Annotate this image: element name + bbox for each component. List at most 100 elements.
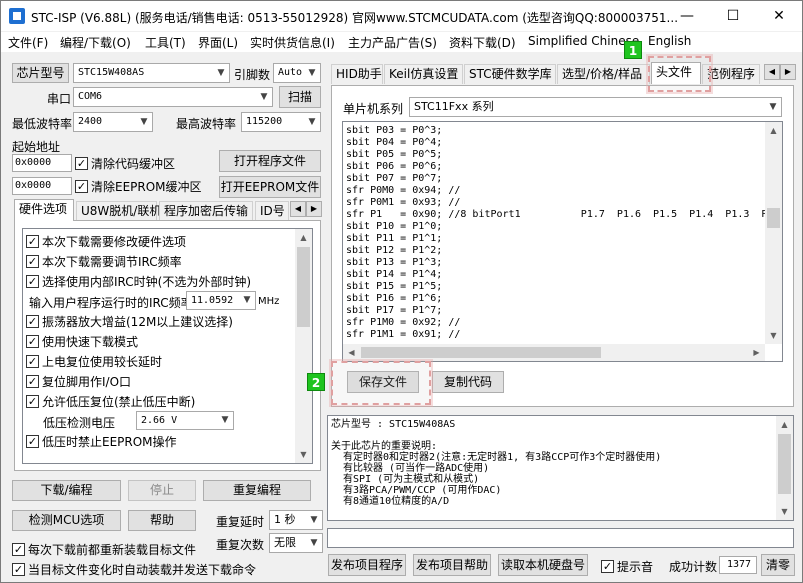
low-voltage-select[interactable]: 2.66 V ▼	[136, 411, 234, 430]
header-code-view[interactable]: sbit P03 = P0^3; sbit P04 = P0^4; sbit P05…	[342, 121, 783, 362]
port-label: 串口	[47, 92, 72, 106]
tab-hid-helper[interactable]: HID助手	[331, 64, 383, 84]
check-icon: ✓	[26, 275, 39, 288]
code-vscrollbar[interactable]: ▲ ▼	[765, 122, 782, 344]
option-oscillator-gain[interactable]: ✓ 振荡器放大增益(12M以上建议选择)	[26, 313, 233, 329]
stop-button[interactable]: 停止	[128, 480, 196, 501]
tab-u8w[interactable]: U8W脱机/联机	[76, 201, 161, 221]
irc-frequency-value: 11.0592	[191, 295, 234, 306]
option-reset-as-io[interactable]: ✓ 复位脚用作I/O口	[26, 373, 131, 389]
close-button[interactable]: ✕	[756, 1, 802, 31]
tab-scroll-left-icon[interactable]: ◀	[290, 201, 306, 217]
pins-label: 引脚数	[234, 68, 271, 82]
scroll-left-icon[interactable]: ◀	[343, 344, 360, 361]
publish-help-button[interactable]: 发布项目帮助	[413, 554, 491, 576]
hscroll-thumb[interactable]	[361, 347, 601, 358]
max-baud-select[interactable]: 115200 ▼	[241, 112, 321, 132]
code-line: sfr P0M0 = 0x94; //	[346, 185, 461, 196]
chip-type-select[interactable]: STC15W408AS ▼	[73, 63, 230, 83]
port-select[interactable]: COM6 ▼	[73, 87, 273, 107]
option-label: 上电复位使用较长延时	[42, 355, 163, 369]
clear-code-checkbox[interactable]: ✓ 清除代码缓冲区	[75, 155, 175, 171]
menu-simplified-chinese[interactable]: Simplified Chinese	[528, 34, 639, 48]
info-line: 有比较器 (可当作一路ADC使用)	[331, 463, 490, 474]
option-label: 本次下载需要修改硬件选项	[42, 235, 187, 249]
minimize-button[interactable]: —	[664, 1, 710, 31]
address2-input[interactable]: 0x0000	[12, 177, 72, 195]
tab-scroll-left-icon[interactable]: ◀	[764, 64, 780, 80]
tab-math-lib[interactable]: STC硬件数学库	[464, 64, 556, 84]
success-count-label: 成功计数	[669, 560, 718, 574]
clear-eeprom-checkbox[interactable]: ✓ 清除EEPROM缓冲区	[75, 178, 202, 194]
option-fast-download[interactable]: ✓ 使用快速下载模式	[26, 333, 138, 349]
chevron-down-icon: ▼	[769, 102, 777, 112]
tab-hardware-options[interactable]: 硬件选项	[14, 199, 74, 221]
info-line: 芯片型号 : STC15W408AS	[331, 419, 456, 430]
scroll-up-icon[interactable]: ▲	[776, 416, 793, 433]
code-hscrollbar[interactable]: ◀ ▶	[343, 344, 765, 361]
series-select[interactable]: STC11Fxx 系列 ▼	[409, 97, 782, 117]
menu-supply-info[interactable]: 实时供货信息(I)	[250, 34, 335, 51]
min-baud-label: 最低波特率	[12, 117, 73, 131]
scroll-thumb[interactable]	[767, 208, 780, 228]
option-label: 本次下载需要调节IRC频率	[42, 255, 182, 269]
irc-frequency-select[interactable]: 11.0592 ▼	[186, 291, 256, 310]
help-button[interactable]: 帮助	[128, 510, 196, 531]
menu-program-download[interactable]: 编程/下载(O)	[60, 34, 131, 51]
menu-tools[interactable]: 工具(T)	[145, 34, 186, 51]
scroll-thumb[interactable]	[778, 434, 791, 494]
option-adjust-irc[interactable]: ✓ 本次下载需要调节IRC频率	[26, 253, 182, 269]
download-button[interactable]: 下载/编程	[12, 480, 121, 501]
scroll-down-icon[interactable]: ▼	[776, 503, 793, 520]
menu-english[interactable]: English	[648, 34, 691, 48]
option-long-reset-delay[interactable]: ✓ 上电复位使用较长延时	[26, 353, 162, 369]
scroll-up-icon[interactable]: ▲	[765, 122, 782, 139]
port-value: COM6	[78, 91, 103, 102]
tab-selection-price[interactable]: 选型/价格/样品	[557, 64, 650, 84]
scroll-thumb[interactable]	[297, 247, 310, 327]
open-program-button[interactable]: 打开程序文件	[219, 150, 321, 172]
clear-count-button[interactable]: 清零	[761, 554, 795, 576]
pins-select[interactable]: Auto ▼	[273, 63, 321, 83]
copy-code-button[interactable]: 复制代码	[432, 371, 504, 393]
code-line: sbit P04 = P0^4;	[346, 137, 443, 148]
publish-program-button[interactable]: 发布项目程序	[328, 554, 406, 576]
scroll-up-icon[interactable]: ▲	[295, 229, 312, 246]
scan-button[interactable]: 扫描	[279, 86, 321, 108]
tab-keil-sim[interactable]: Keil仿真设置	[384, 64, 463, 84]
scroll-right-icon[interactable]: ▶	[748, 344, 765, 361]
repeat-count-select[interactable]: 无限 ▼	[269, 533, 323, 553]
low-voltage-value: 2.66 V	[141, 415, 178, 426]
options-scrollbar[interactable]: ▲ ▼	[295, 229, 312, 463]
menu-interface[interactable]: 界面(L)	[198, 34, 238, 51]
option-internal-irc[interactable]: ✓ 选择使用内部IRC时钟(不选为外部时钟)	[26, 273, 251, 289]
reprogram-button[interactable]: 重复编程	[203, 480, 311, 501]
irc-unit: MHz	[258, 296, 280, 307]
menu-downloads[interactable]: 资料下载(D)	[449, 34, 516, 51]
menu-product-ads[interactable]: 主力产品广告(S)	[348, 34, 437, 51]
open-eeprom-button[interactable]: 打开EEPROM文件	[219, 176, 321, 198]
tab-header-file[interactable]: 头文件	[651, 62, 701, 84]
option-low-voltage-reset[interactable]: ✓ 允许低压复位(禁止低压中断)	[26, 393, 195, 409]
tab-scroll-right-icon[interactable]: ▶	[306, 201, 322, 217]
read-disk-id-button[interactable]: 读取本机硬盘号	[498, 554, 588, 576]
min-baud-select[interactable]: 2400 ▼	[73, 112, 153, 132]
detect-mcu-button[interactable]: 检测MCU选项	[12, 510, 121, 531]
code-line: sbit P15 = P1^5;	[346, 281, 443, 292]
address1-input[interactable]: 0x0000	[12, 154, 72, 172]
tab-encrypted-transfer[interactable]: 程序加密后传输	[159, 201, 253, 221]
repeat-delay-select[interactable]: 1 秒 ▼	[269, 510, 323, 530]
tab-id[interactable]: ID号	[255, 201, 289, 221]
reload-before-download-checkbox[interactable]: ✓ 每次下载前都重新装载目标文件	[12, 541, 196, 557]
scroll-down-icon[interactable]: ▼	[765, 327, 782, 344]
menu-file[interactable]: 文件(F)	[8, 34, 48, 51]
option-disable-eeprom-low-voltage[interactable]: ✓ 低压时禁止EEPROM操作	[26, 433, 177, 449]
scroll-down-icon[interactable]: ▼	[295, 446, 312, 463]
series-label: 单片机系列	[343, 102, 404, 116]
info-scrollbar[interactable]: ▲ ▼	[776, 416, 793, 520]
option-modify-hw[interactable]: ✓ 本次下载需要修改硬件选项	[26, 233, 186, 249]
auto-load-checkbox[interactable]: ✓ 当目标文件变化时自动装载并发送下载命令	[12, 561, 256, 577]
tab-scroll-right-icon[interactable]: ▶	[780, 64, 796, 80]
maximize-button[interactable]: ☐	[710, 1, 756, 31]
sound-checkbox[interactable]: ✓ 提示音	[601, 558, 653, 574]
